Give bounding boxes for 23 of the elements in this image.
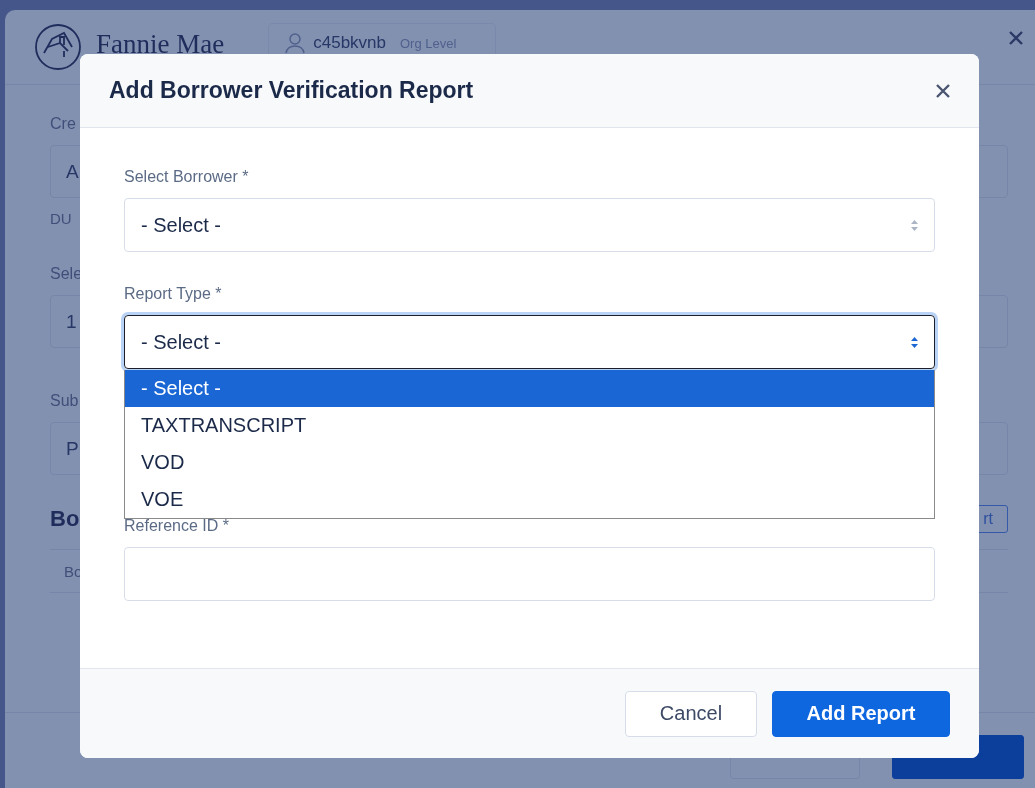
sort-arrows-icon xyxy=(910,335,919,349)
select-field[interactable]: - Select - xyxy=(124,315,935,369)
select-field[interactable]: - Select - xyxy=(124,198,935,252)
field-label: Cre xyxy=(50,115,76,134)
field-note: DU xyxy=(50,210,72,227)
dialog-title: Add Borrower Verification Report xyxy=(109,77,474,104)
field-label: Sub xyxy=(50,392,79,411)
add-report-button[interactable]: Add Report xyxy=(772,690,950,737)
close-icon[interactable] xyxy=(935,82,951,99)
field-label: Reference ID * xyxy=(124,517,230,536)
section-title: Bo xyxy=(50,506,80,532)
logo-icon xyxy=(34,23,82,71)
sort-arrows-icon xyxy=(910,218,919,232)
input-field[interactable] xyxy=(124,547,935,601)
field-label: Report Type * xyxy=(124,285,223,304)
brand-name: Fannie Mae xyxy=(96,31,225,58)
field-label: Sele xyxy=(50,265,83,284)
close-icon[interactable] xyxy=(1008,30,1024,46)
dropdown-option[interactable]: - Select - xyxy=(125,370,934,407)
field-label: Select Borrower * xyxy=(124,168,250,187)
user-icon xyxy=(285,32,306,54)
user-name: c45bkvnb xyxy=(313,33,386,53)
cancel-button[interactable]: Cancel xyxy=(625,690,757,737)
